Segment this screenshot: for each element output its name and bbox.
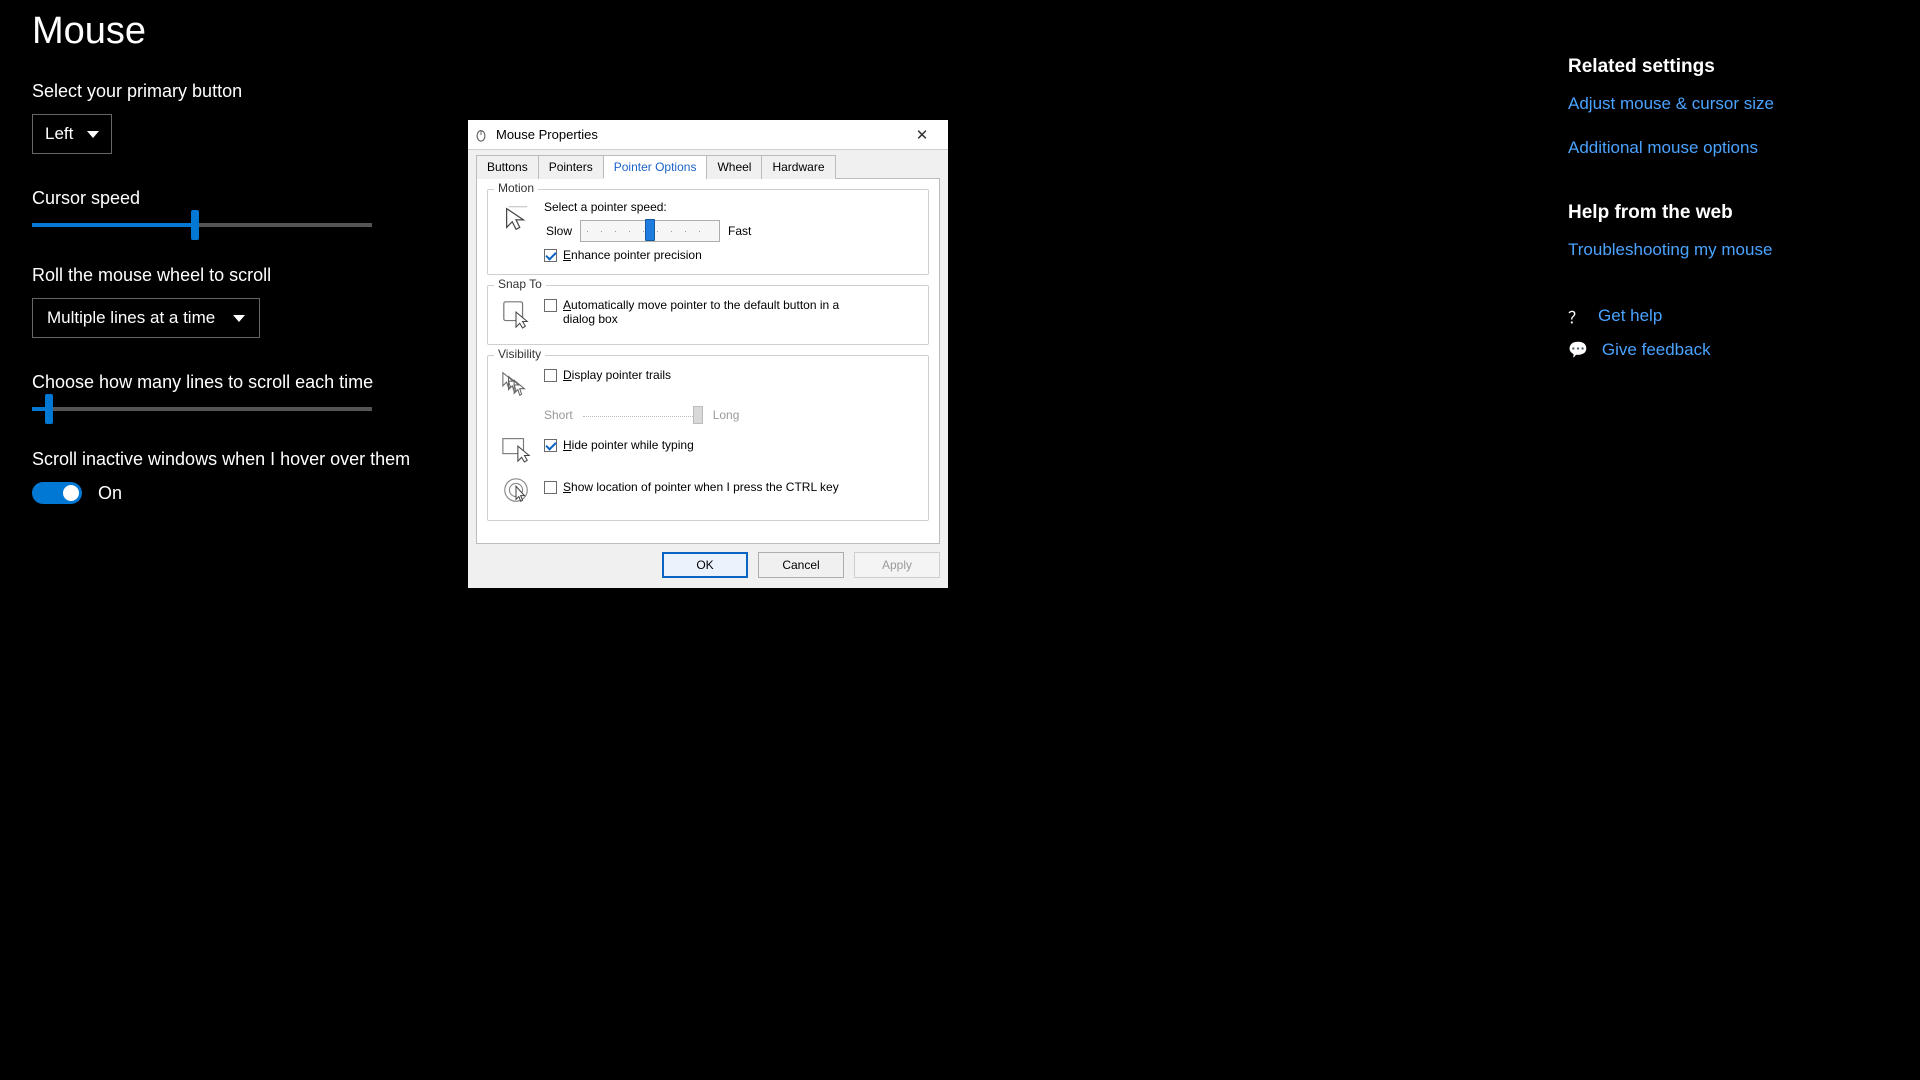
hide-typing-icon <box>498 430 534 466</box>
close-icon: ✕ <box>916 126 929 144</box>
page-title: Mouse <box>32 10 1888 53</box>
enhance-precision-label: Enhance pointer precision <box>563 248 702 262</box>
select-pointer-speed-label: Select a pointer speed: <box>544 200 918 214</box>
tab-pointer-options[interactable]: Pointer Options <box>603 155 708 179</box>
enhance-precision-checkbox[interactable] <box>544 249 557 262</box>
trails-long-label: Long <box>713 408 740 422</box>
dialog-title: Mouse Properties <box>496 127 902 142</box>
group-visibility: Visibility Display pointer trails Short <box>487 355 929 521</box>
tabstrip: Buttons Pointers Pointer Options Wheel H… <box>468 150 948 178</box>
tab-pointers[interactable]: Pointers <box>538 155 604 179</box>
mouse-properties-dialog: Mouse Properties ✕ Buttons Pointers Poin… <box>468 120 948 588</box>
slider-thumb-icon <box>693 406 703 424</box>
hide-while-typing-label: Hide pointer while typing <box>563 438 694 452</box>
cursor-speed-slider[interactable] <box>32 223 372 227</box>
tab-wheel[interactable]: Wheel <box>706 155 762 179</box>
inactive-hover-heading: Scroll inactive windows when I hover ove… <box>32 449 1888 470</box>
slider-thumb-icon[interactable] <box>191 210 199 240</box>
link-adjust-mouse-size[interactable]: Adjust mouse & cursor size <box>1568 94 1888 114</box>
link-additional-mouse-options[interactable]: Additional mouse options <box>1568 138 1888 158</box>
primary-button-value: Left <box>45 124 73 144</box>
inactive-hover-toggle[interactable] <box>32 482 82 504</box>
give-feedback-text: Give feedback <box>1602 340 1711 360</box>
display-trails-label: Display pointer trails <box>563 368 671 382</box>
inactive-hover-state: On <box>98 483 122 504</box>
pointer-speed-icon <box>498 200 534 236</box>
show-location-icon <box>498 472 534 508</box>
dialog-button-row: OK Cancel Apply <box>468 552 948 588</box>
group-snap-to: Snap To Automatically move pointer to th… <box>487 285 929 345</box>
question-icon: ？ <box>1568 304 1584 328</box>
snap-to-checkbox[interactable] <box>544 299 557 312</box>
show-location-ctrl-label: Show location of pointer when I press th… <box>563 480 839 494</box>
get-help-text: Get help <box>1598 306 1662 326</box>
speed-slow-label: Slow <box>546 224 572 238</box>
slider-thumb-icon[interactable] <box>645 219 655 241</box>
help-from-web-heading: Help from the web <box>1568 202 1888 224</box>
display-trails-checkbox[interactable] <box>544 369 557 382</box>
mouse-icon <box>474 128 488 142</box>
chevron-down-icon <box>233 315 245 322</box>
side-panel: Related settings Adjust mouse & cursor s… <box>1568 56 1888 372</box>
get-help-link[interactable]: ？ Get help <box>1568 304 1888 328</box>
pointer-speed-slider[interactable] <box>580 220 720 242</box>
trails-length-slider <box>583 406 703 424</box>
lines-each-time-heading: Choose how many lines to scroll each tim… <box>32 372 1888 393</box>
pointer-trails-icon <box>498 366 534 402</box>
roll-wheel-value: Multiple lines at a time <box>47 308 215 328</box>
group-motion: Motion Select a pointer speed: Slow Fast <box>487 189 929 275</box>
hide-while-typing-checkbox[interactable] <box>544 439 557 452</box>
dialog-titlebar: Mouse Properties ✕ <box>468 120 948 150</box>
dialog-body: Motion Select a pointer speed: Slow Fast <box>476 178 940 544</box>
give-feedback-link[interactable]: 💬 Give feedback <box>1568 340 1888 360</box>
apply-button: Apply <box>854 552 940 578</box>
primary-button-combo[interactable]: Left <box>32 114 112 154</box>
roll-wheel-combo[interactable]: Multiple lines at a time <box>32 298 260 338</box>
chevron-down-icon <box>87 131 99 138</box>
visibility-legend: Visibility <box>494 347 545 361</box>
show-location-ctrl-checkbox[interactable] <box>544 481 557 494</box>
slider-thumb-icon[interactable] <box>45 394 53 424</box>
ok-button[interactable]: OK <box>662 552 748 578</box>
close-button[interactable]: ✕ <box>902 121 942 149</box>
motion-legend: Motion <box>494 181 538 195</box>
speed-fast-label: Fast <box>728 224 751 238</box>
tab-hardware[interactable]: Hardware <box>761 155 835 179</box>
snap-to-legend: Snap To <box>494 277 546 291</box>
lines-each-time-slider[interactable] <box>32 407 372 411</box>
link-troubleshoot-mouse[interactable]: Troubleshooting my mouse <box>1568 240 1888 260</box>
tab-buttons[interactable]: Buttons <box>476 155 539 179</box>
snap-to-label: Automatically move pointer to the defaul… <box>563 298 873 326</box>
feedback-icon: 💬 <box>1568 340 1588 360</box>
related-settings-heading: Related settings <box>1568 56 1888 78</box>
trails-short-label: Short <box>544 408 573 422</box>
cancel-button[interactable]: Cancel <box>758 552 844 578</box>
snap-to-icon <box>498 296 534 332</box>
